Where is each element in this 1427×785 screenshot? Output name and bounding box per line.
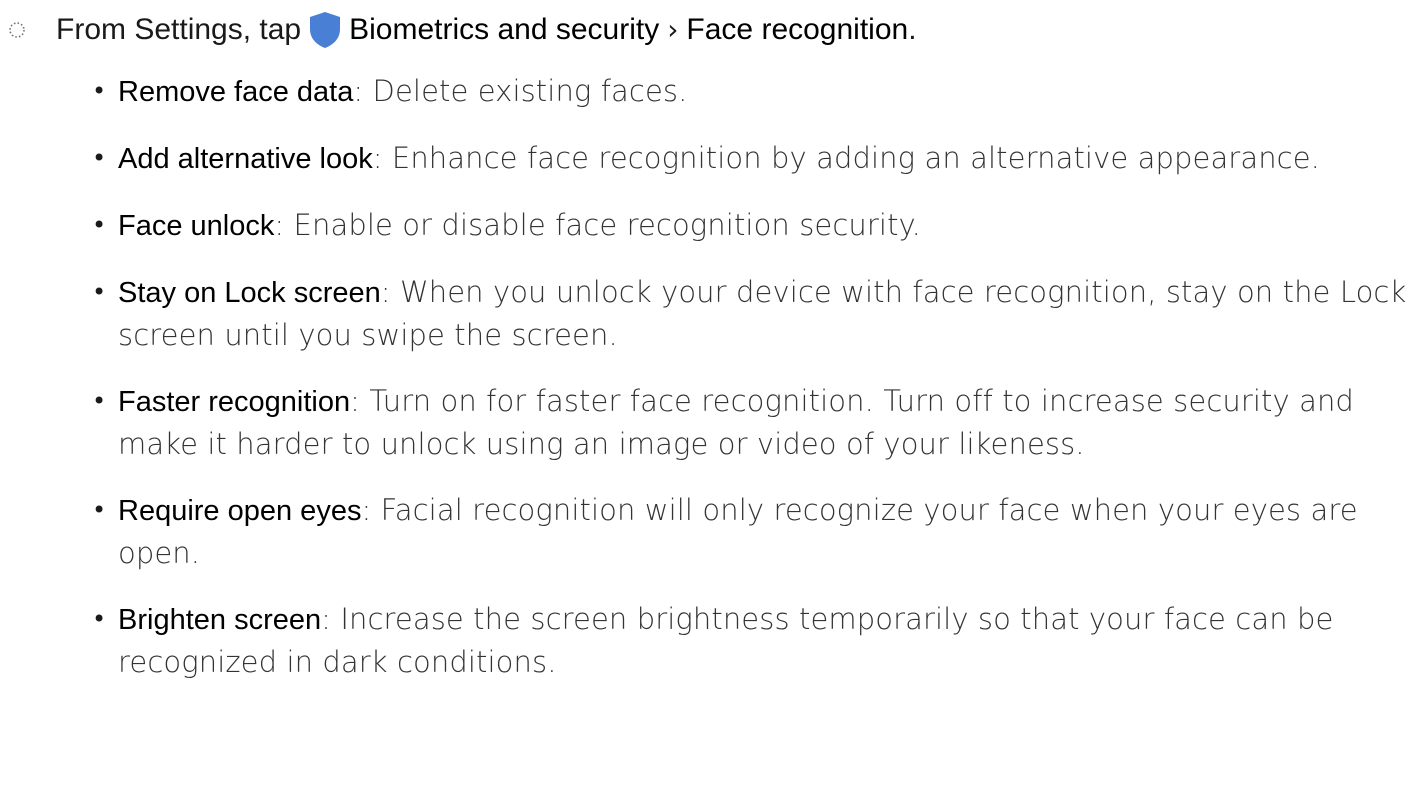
option-term: Add alternative look	[118, 143, 373, 175]
menu-item-face-recognition: Face recognition	[686, 13, 909, 46]
bullet-icon: •	[92, 278, 107, 306]
dotted-circle-icon	[9, 22, 25, 38]
option-desc: : Enhance face recognition by adding an …	[372, 141, 1320, 175]
option-term: Brighten screen	[118, 604, 322, 636]
list-item: • Stay on Lock screen: When you unlock y…	[92, 271, 1413, 356]
bullet-icon: •	[92, 387, 107, 415]
step-instruction: From Settings, tap Biometrics and securi…	[0, 6, 917, 54]
bullet-icon: •	[92, 496, 107, 524]
list-item: • Require open eyes: Facial recognition …	[92, 489, 1413, 574]
option-term: Require open eyes	[118, 495, 362, 527]
face-recognition-options-list: • Remove face data: Delete existing face…	[92, 70, 1413, 707]
bullet-icon: •	[92, 605, 107, 633]
option-term: Remove face data	[118, 76, 354, 108]
list-item: • Face unlock: Enable or disable face re…	[92, 204, 1413, 247]
bullet-icon: •	[92, 77, 107, 105]
list-item: • Brighten screen: Increase the screen b…	[92, 598, 1413, 683]
step-suffix: .	[908, 13, 917, 46]
list-item: • Add alternative look: Enhance face rec…	[92, 137, 1413, 180]
shield-icon	[310, 12, 341, 48]
list-item: • Remove face data: Delete existing face…	[92, 70, 1413, 113]
bullet-icon: •	[92, 211, 107, 239]
option-term: Face unlock	[118, 210, 275, 242]
option-term: Faster recognition	[118, 386, 351, 418]
bullet-icon: •	[92, 144, 107, 172]
step-prefix: From Settings, tap	[56, 13, 302, 46]
list-item: • Faster recognition: Turn on for faster…	[92, 380, 1413, 465]
document-page: From Settings, tap Biometrics and securi…	[0, 0, 1427, 785]
option-term: Stay on Lock screen	[118, 277, 381, 309]
option-desc: : Enable or disable face recognition sec…	[274, 208, 921, 242]
option-desc: : Delete existing faces.	[353, 74, 688, 108]
menu-item-biometrics: Biometrics and security	[349, 13, 660, 46]
chevron-right-icon: ›	[667, 13, 679, 46]
